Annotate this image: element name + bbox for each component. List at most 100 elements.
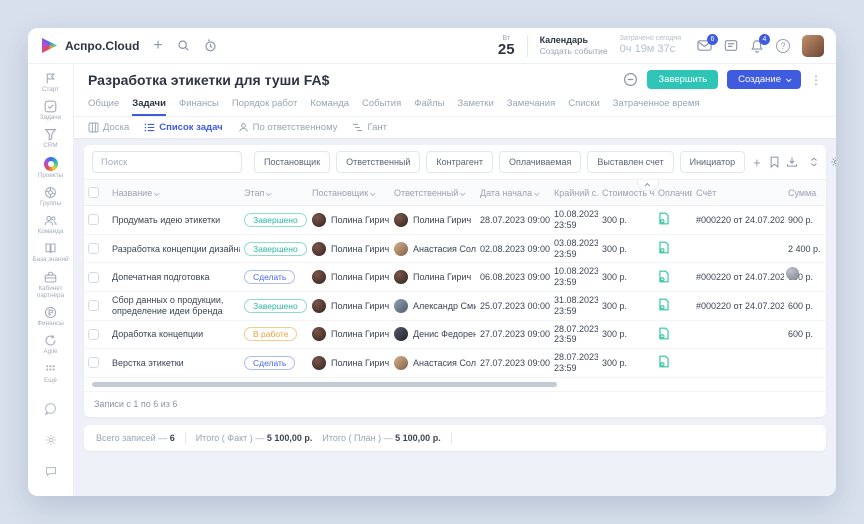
col-deadline[interactable]: Крайний с...: [550, 180, 598, 206]
filter-chip-responsible[interactable]: Ответственный: [336, 151, 420, 173]
add-filter-icon[interactable]: +: [751, 155, 763, 170]
desktop-background: Аспро.Cloud + Вт 25 Календарь Создать со…: [0, 0, 864, 524]
invoice-link[interactable]: #000220 от 24.07.2023: [692, 291, 784, 320]
tab-remarks[interactable]: Замечания: [507, 95, 555, 116]
task-name: Сбор данных о продукции, определение иде…: [108, 291, 240, 320]
filter-chip-contractor[interactable]: Контрагент: [426, 151, 493, 173]
status-badge[interactable]: Завершено: [244, 299, 307, 313]
status-badge[interactable]: В работе: [244, 327, 297, 341]
collapse-header-pill[interactable]: [637, 179, 659, 191]
row-checkbox[interactable]: [88, 243, 99, 254]
view-task-list[interactable]: Список задач: [144, 122, 222, 133]
timer-icon[interactable]: [204, 39, 217, 52]
copy-link-icon[interactable]: [623, 72, 638, 87]
table-row[interactable]: Сбор данных о продукции, определение иде…: [84, 291, 826, 320]
filter-chip-invoiced[interactable]: Выставлен счет: [587, 151, 673, 173]
sidebar-item-partner-cabinet[interactable]: Кабинет партнера: [30, 271, 71, 299]
sidebar-item-tasks[interactable]: Задачи: [30, 100, 71, 121]
status-badge[interactable]: Сделать: [244, 270, 295, 284]
time-tracked-today[interactable]: Затрачено сегодня 0ч 19м 37с: [620, 35, 681, 57]
col-setter[interactable]: Постановщик: [308, 180, 390, 206]
status-badge[interactable]: Сделать: [244, 356, 295, 370]
tab-workflow[interactable]: Порядок работ: [232, 95, 298, 116]
filter-chip-setter[interactable]: Постановщик: [254, 151, 330, 173]
sidebar-item-team[interactable]: Команда: [30, 214, 71, 235]
bookmark-icon[interactable]: [769, 156, 780, 168]
table-row[interactable]: Продумать идею этикетки Завершено Полина…: [84, 206, 826, 235]
calendar-shortcut[interactable]: Календарь Создать событие: [540, 35, 608, 57]
view-gantt[interactable]: Гант: [352, 122, 387, 133]
sidebar-item-more[interactable]: Ещё: [30, 363, 71, 384]
search-icon[interactable]: [177, 39, 190, 52]
create-button[interactable]: Создание: [727, 70, 801, 89]
sidebar-item-projects[interactable]: Проекты: [30, 157, 71, 179]
invoice-link[interactable]: [692, 349, 784, 378]
tab-general[interactable]: Общие: [88, 95, 119, 116]
search-input[interactable]: [92, 151, 242, 173]
col-invoice[interactable]: Счёт: [692, 180, 784, 206]
divider: [527, 35, 528, 57]
notifications-bell-icon[interactable]: 4: [750, 39, 764, 53]
mail-icon[interactable]: 6: [697, 39, 712, 52]
col-stage[interactable]: Этап: [240, 180, 308, 206]
view-board[interactable]: Доска: [88, 122, 129, 133]
sidebar-item-groups[interactable]: Группы: [30, 186, 71, 207]
status-badge[interactable]: Завершено: [244, 242, 307, 256]
more-actions-icon[interactable]: ⋮: [810, 73, 822, 87]
support-chat-icon[interactable]: [44, 402, 57, 420]
finish-button[interactable]: Завершить: [647, 70, 718, 89]
table-row[interactable]: Разработка концепции дизайна этикетки За…: [84, 234, 826, 263]
invoice-link[interactable]: [692, 234, 784, 263]
task-name: Продумать идею этикетки: [108, 206, 240, 235]
view-by-responsible[interactable]: По ответственному: [238, 122, 338, 133]
feedback-icon[interactable]: [45, 464, 57, 482]
horizontal-scrollbar[interactable]: [92, 382, 818, 387]
avatar: [394, 327, 408, 341]
col-responsible[interactable]: Ответственный: [390, 180, 476, 206]
table-row[interactable]: Допечатная подготовка Сделать Полина Гир…: [84, 263, 826, 292]
sidebar-item-crm[interactable]: CRM: [30, 128, 71, 149]
tab-finance[interactable]: Финансы: [179, 95, 219, 116]
row-checkbox[interactable]: [88, 300, 99, 311]
select-all-checkbox[interactable]: [88, 187, 99, 198]
tab-notes[interactable]: Заметки: [457, 95, 493, 116]
sidebar-item-start[interactable]: Старт: [30, 72, 71, 93]
col-start-date[interactable]: Дата начала: [476, 180, 550, 206]
filter-chip-initiator[interactable]: Инициатор: [680, 151, 746, 173]
filter-chip-billable[interactable]: Оплачиваемая: [499, 151, 581, 173]
tab-events[interactable]: События: [362, 95, 401, 116]
sidebar-item-agile[interactable]: Agile: [30, 334, 71, 355]
collapse-rows-icon[interactable]: [809, 156, 819, 168]
tab-tasks[interactable]: Задачи: [132, 95, 166, 116]
invoice-link[interactable]: #000220 от 24.07.2023: [692, 263, 784, 292]
invoice-link[interactable]: [692, 320, 784, 349]
row-checkbox[interactable]: [88, 329, 99, 340]
page-header: Разработка этикетки для туши FA$ Заверши…: [74, 64, 836, 116]
user-avatar[interactable]: [802, 35, 824, 57]
table-settings-gear-icon[interactable]: [830, 156, 836, 168]
table-row[interactable]: Верстка этикетки Сделать Полина Гирич Ан…: [84, 349, 826, 378]
scrollbar-thumb[interactable]: [92, 382, 557, 387]
row-checkbox[interactable]: [88, 272, 99, 283]
sidebar-item-knowledge-base[interactable]: База знаний: [30, 242, 71, 263]
col-sum[interactable]: Сумма: [784, 180, 826, 206]
help-icon[interactable]: ?: [776, 39, 790, 53]
col-billable[interactable]: Оплачива...: [654, 180, 692, 206]
tab-time-spent[interactable]: Затраченное время: [613, 95, 700, 116]
tab-team[interactable]: Команда: [310, 95, 349, 116]
status-badge[interactable]: Завершено: [244, 213, 307, 227]
row-checkbox[interactable]: [88, 357, 99, 368]
tab-files[interactable]: Файлы: [414, 95, 444, 116]
table-row[interactable]: Доработка концепции В работе Полина Гири…: [84, 320, 826, 349]
row-checkbox[interactable]: [88, 214, 99, 225]
invoice-link[interactable]: #000220 от 24.07.2023: [692, 206, 784, 235]
settings-icon[interactable]: [45, 433, 57, 451]
notes-icon[interactable]: [724, 39, 738, 52]
calendar-date[interactable]: Вт 25: [498, 35, 515, 57]
tab-lists[interactable]: Списки: [568, 95, 600, 116]
quick-add-button[interactable]: +: [153, 38, 162, 54]
export-download-icon[interactable]: [786, 156, 798, 168]
col-name[interactable]: Название: [108, 180, 240, 206]
divider: [451, 432, 452, 444]
sidebar-item-finance[interactable]: Финансы: [30, 306, 71, 327]
